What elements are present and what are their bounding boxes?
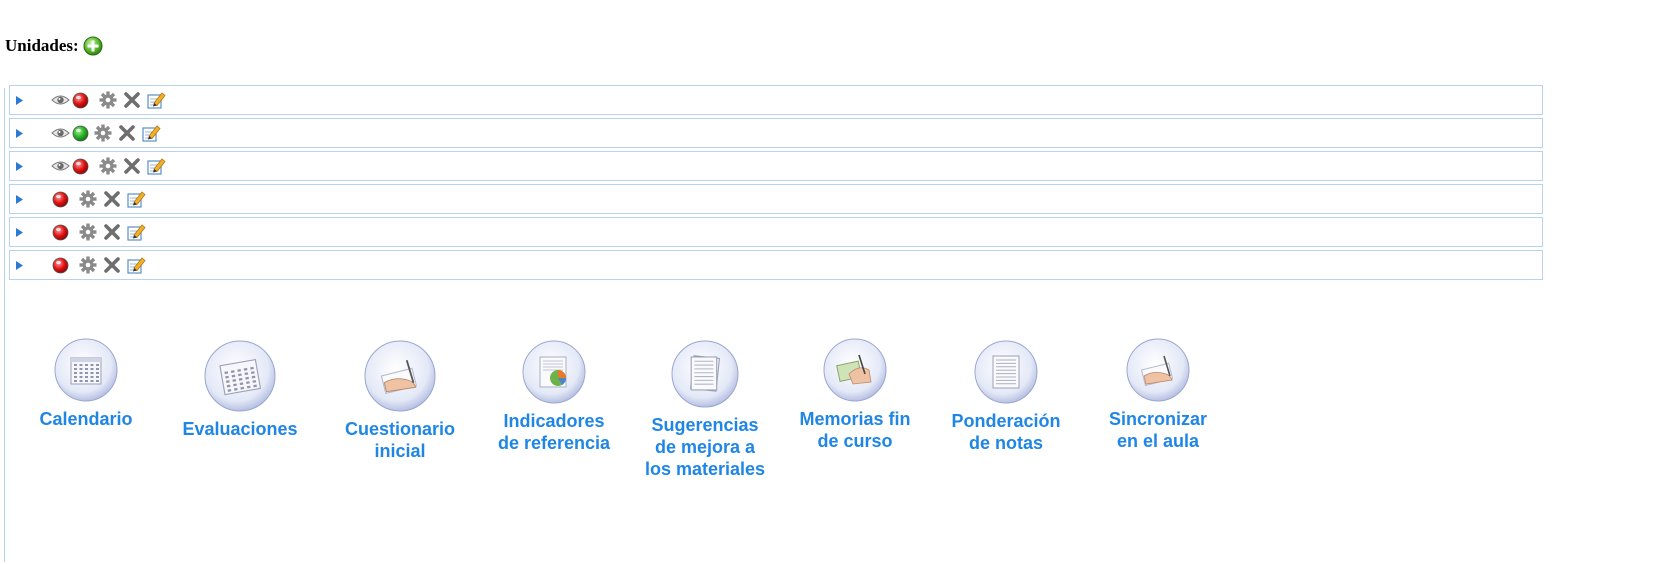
tools-panel: Calendario Evaluaciones Cuestionario ini…	[0, 338, 1300, 540]
status-red-dot-icon	[72, 92, 89, 108]
tool-label: Memorias fin de curso	[799, 409, 911, 451]
visibility-eye-icon[interactable]	[51, 93, 70, 107]
units-heading: Unidades:	[5, 36, 103, 56]
bullet-arrow-icon	[16, 227, 23, 237]
tool-label: Indicadores de referencia	[497, 411, 611, 453]
status-red-dot-icon	[52, 224, 69, 240]
add-unit-plus-icon[interactable]	[83, 36, 103, 56]
bullet-arrow-icon	[16, 161, 23, 171]
edit-pencil-icon[interactable]	[126, 222, 146, 242]
unit-row	[9, 85, 1543, 115]
gear-icon[interactable]	[78, 255, 98, 275]
tool-label: Sugerencias de mejora a los materiales	[644, 415, 766, 479]
tool-label: Evaluaciones	[182, 419, 298, 439]
visibility-eye-icon[interactable]	[51, 159, 70, 173]
edit-pencil-icon[interactable]	[126, 255, 146, 275]
tool-button[interactable]: Sugerencias de mejora a los materiales	[635, 340, 775, 480]
delete-x-icon[interactable]	[102, 189, 122, 209]
edit-pencil-icon[interactable]	[141, 123, 161, 143]
delete-x-icon[interactable]	[122, 156, 142, 176]
tool-label: Ponderación de notas	[951, 411, 1061, 453]
status-red-dot-icon	[72, 158, 89, 174]
tool-button[interactable]: Evaluaciones	[170, 340, 310, 440]
edit-pencil-icon[interactable]	[146, 156, 166, 176]
unit-row	[9, 250, 1543, 280]
visibility-eye-icon[interactable]	[51, 126, 70, 140]
bullet-arrow-icon	[16, 260, 23, 270]
tool-button[interactable]: Indicadores de referencia	[484, 340, 624, 454]
gear-icon[interactable]	[93, 123, 113, 143]
delete-x-icon[interactable]	[102, 255, 122, 275]
unit-row	[9, 217, 1543, 247]
document-text-icon	[974, 340, 1038, 404]
tool-label: Calendario	[39, 409, 133, 429]
unit-row	[9, 184, 1543, 214]
document-pages-icon	[671, 340, 739, 408]
tool-label: Cuestionario inicial	[344, 419, 455, 461]
edit-pencil-icon[interactable]	[146, 90, 166, 110]
tool-button[interactable]: Calendario	[26, 338, 146, 430]
hand-writing-icon	[1126, 338, 1190, 402]
bullet-arrow-icon	[16, 128, 23, 138]
calendar-icon	[54, 338, 118, 402]
tool-button[interactable]: Ponderación de notas	[936, 340, 1076, 454]
delete-x-icon[interactable]	[122, 90, 142, 110]
hand-writing-icon	[364, 340, 436, 412]
calendar-grid-icon	[204, 340, 276, 412]
unit-row	[9, 151, 1543, 181]
tool-button[interactable]: Cuestionario inicial	[330, 340, 470, 462]
gear-icon[interactable]	[98, 90, 118, 110]
status-red-dot-icon	[52, 191, 69, 207]
delete-x-icon[interactable]	[102, 222, 122, 242]
delete-x-icon[interactable]	[117, 123, 137, 143]
tool-button[interactable]: Memorias fin de curso	[785, 338, 925, 452]
gear-icon[interactable]	[78, 189, 98, 209]
gear-icon[interactable]	[98, 156, 118, 176]
hand-notes-icon	[823, 338, 887, 402]
tool-button[interactable]: Sincronizar en el aula	[1088, 338, 1228, 452]
bullet-arrow-icon	[16, 194, 23, 204]
report-chart-icon	[522, 340, 586, 404]
bullet-arrow-icon	[16, 95, 23, 105]
edit-pencil-icon[interactable]	[126, 189, 146, 209]
units-heading-label: Unidades:	[5, 36, 79, 55]
unit-row	[9, 118, 1543, 148]
units-list	[9, 85, 1543, 283]
status-green-dot-icon	[72, 125, 89, 141]
tool-label: Sincronizar en el aula	[1108, 409, 1208, 451]
gear-icon[interactable]	[78, 222, 98, 242]
status-red-dot-icon	[52, 257, 69, 273]
